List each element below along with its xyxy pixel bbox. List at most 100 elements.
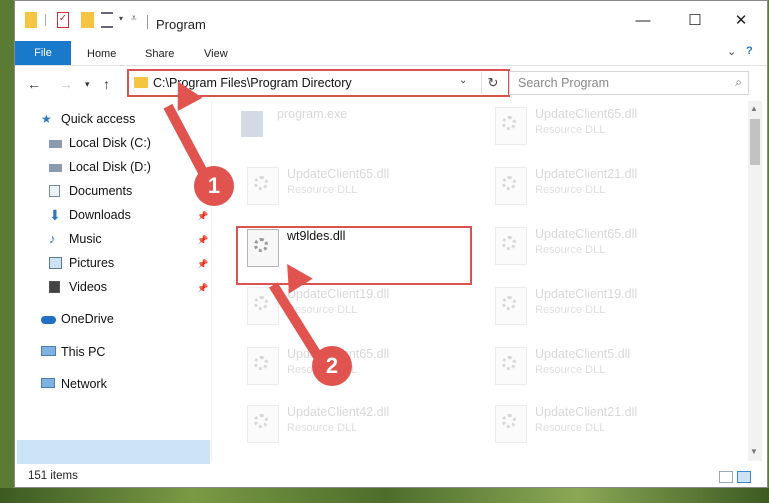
file-name: UpdateClient21.dll (535, 405, 638, 419)
item-count: 151 items (28, 470, 78, 482)
address-row: ← → ▾ ↑ C:\Program Files\Program Directo… (15, 65, 767, 102)
divider (45, 14, 46, 26)
scroll-thumb[interactable] (750, 119, 760, 165)
file-type: Resource DLL (535, 422, 606, 434)
pin-icon[interactable]: 📌 (197, 211, 208, 222)
vertical-scrollbar[interactable]: ▲ ▼ (748, 101, 762, 461)
tab-share[interactable]: Share (145, 43, 174, 65)
tab-file[interactable]: File (15, 41, 71, 65)
documents-icon (49, 185, 60, 197)
folder-icon (134, 77, 148, 88)
dll-file-icon (247, 167, 279, 205)
sidebar-item-label: Local Disk (D:) (69, 160, 151, 174)
pin-icon[interactable]: 📌 (197, 259, 208, 270)
scroll-down-icon[interactable]: ▼ (750, 447, 758, 456)
chevron-down-icon[interactable]: ▾ (119, 14, 123, 30)
tab-home[interactable]: Home (87, 43, 116, 65)
list-item[interactable]: UpdateClient21.dll Resource DLL (491, 401, 731, 449)
list-item[interactable]: UpdateClient65.dll Resource DLL (243, 343, 483, 391)
forward-button[interactable]: → (59, 76, 73, 92)
chevron-down-icon[interactable]: ⌄ (459, 75, 467, 86)
tab-view[interactable]: View (204, 43, 228, 65)
sidebar-item-label: Downloads (69, 208, 131, 222)
file-type: Resource DLL (535, 184, 606, 196)
refresh-button[interactable]: ↻ (481, 72, 504, 94)
file-type: Resource DLL (535, 124, 606, 136)
dll-file-icon (247, 405, 279, 443)
file-type: Resource DLL (535, 304, 606, 316)
music-icon: ♪ (49, 231, 56, 246)
downloads-icon: ⬇ (49, 207, 61, 223)
file-type: Resource DLL (287, 184, 358, 196)
list-item[interactable]: UpdateClient21.dll Resource DLL (491, 163, 731, 211)
sidebar-item-label: This PC (61, 345, 106, 359)
search-icon: ⌕ (735, 75, 742, 89)
recent-locations-icon[interactable]: ▾ (85, 79, 90, 90)
expand-ribbon-icon[interactable]: ⌄ (727, 45, 736, 58)
list-item[interactable]: UpdateClient65.dll Resource DLL (243, 163, 483, 211)
pin-icon[interactable]: 📌 (197, 235, 208, 246)
list-item[interactable]: UpdateClient65.dll Resource DLL (491, 103, 731, 151)
new-folder-icon[interactable] (81, 12, 94, 28)
close-button[interactable]: ✕ (731, 11, 751, 31)
cloud-icon (41, 316, 56, 324)
dll-file-icon (495, 167, 527, 205)
list-item[interactable]: UpdateClient42.dll Resource DLL (243, 401, 483, 449)
dll-file-icon (495, 287, 527, 325)
list-item[interactable]: UpdateClient19.dll Resource DLL (491, 283, 731, 331)
title-bar: ✓ ▾ ⩡ Program — ☐ ✕ (15, 1, 767, 39)
file-name: program.exe (277, 107, 348, 121)
dll-file-icon (495, 347, 527, 385)
desktop-background (0, 488, 769, 503)
pin-icon[interactable]: 📌 (197, 283, 208, 294)
step-badge-1: 1 (194, 166, 234, 206)
dll-file-icon (495, 227, 527, 265)
search-box[interactable]: Search Program ⌕ (509, 71, 749, 95)
sidebar-item-label: Local Disk (C:) (69, 136, 151, 150)
help-icon[interactable]: ? (746, 45, 753, 57)
file-name: UpdateClient65.dll (535, 107, 638, 121)
dropdown-icon[interactable]: ⩡ (131, 13, 137, 29)
file-name: UpdateClient42.dll (287, 405, 390, 419)
exe-file-icon (237, 107, 267, 143)
window-title: Program (156, 17, 206, 32)
file-name: UpdateClient19.dll (287, 287, 390, 301)
maximize-button[interactable]: ☐ (685, 11, 705, 31)
step-badge-2: 2 (312, 346, 352, 386)
computer-icon (41, 346, 56, 356)
details-view-icon[interactable] (719, 471, 733, 483)
up-button[interactable]: ↑ (103, 76, 110, 92)
folder-icon (25, 12, 37, 28)
list-item[interactable]: UpdateClient5.dll Resource DLL (491, 343, 731, 391)
file-name: UpdateClient5.dll (535, 347, 631, 361)
dll-file-icon (495, 107, 527, 145)
file-highlight-box (236, 226, 472, 285)
scroll-up-icon[interactable]: ▲ (750, 104, 758, 113)
large-icons-view-icon[interactable] (737, 471, 751, 483)
file-name: UpdateClient21.dll (535, 167, 638, 181)
drive-icon (49, 164, 62, 172)
network-icon (41, 378, 55, 388)
sidebar-item-label: Documents (69, 184, 133, 198)
file-explorer-window: ✓ ▾ ⩡ Program — ☐ ✕ File Home Share View… (14, 0, 768, 488)
list-item[interactable]: program.exe (233, 103, 473, 151)
sidebar-item-label: Network (61, 377, 107, 391)
list-item[interactable]: UpdateClient65.dll Resource DLL (491, 223, 731, 271)
drive-icon (49, 140, 62, 148)
dll-file-icon (247, 347, 279, 385)
file-name: UpdateClient65.dll (535, 227, 638, 241)
pictures-icon (49, 257, 62, 269)
file-type: Resource DLL (535, 364, 606, 376)
sidebar-item-label: Videos (69, 280, 107, 294)
file-name: UpdateClient65.dll (287, 167, 390, 181)
navigation-pane: ★ Quick access Local Disk (C:) Local Dis… (15, 101, 211, 464)
dll-file-icon (495, 405, 527, 443)
search-input[interactable]: Search Program (518, 76, 609, 90)
properties-icon[interactable]: ✓ (57, 12, 69, 28)
selection-highlight (17, 440, 210, 464)
customize-quick-access-icon[interactable] (101, 12, 113, 28)
star-icon: ★ (41, 112, 52, 126)
file-name: UpdateClient19.dll (535, 287, 638, 301)
minimize-button[interactable]: — (633, 11, 653, 31)
back-button[interactable]: ← (27, 76, 41, 92)
